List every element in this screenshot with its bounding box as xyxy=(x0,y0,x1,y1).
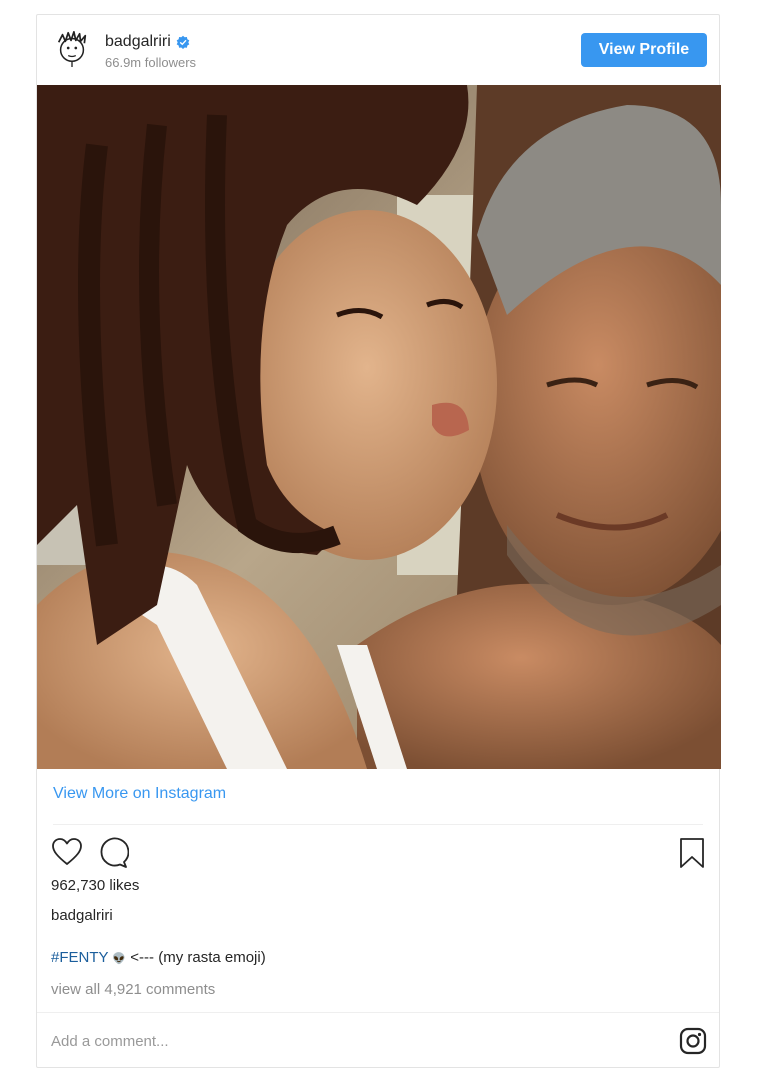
add-comment-input[interactable] xyxy=(51,1030,651,1052)
caption: #FENTY 👽 <--- (my rasta emoji) xyxy=(51,949,266,966)
heart-icon[interactable] xyxy=(51,837,83,867)
divider xyxy=(53,824,703,825)
username-row: badgalriri xyxy=(105,33,190,51)
hashtag-link[interactable]: #FENTY xyxy=(51,949,108,966)
post-photo[interactable] xyxy=(37,85,721,769)
view-more-on-instagram-link[interactable]: View More on Instagram xyxy=(53,785,226,803)
username[interactable]: badgalriri xyxy=(105,33,171,51)
divider xyxy=(37,1012,719,1013)
avatar[interactable] xyxy=(53,29,91,67)
instagram-logo-icon[interactable] xyxy=(679,1027,707,1055)
instagram-embed-card: badgalriri 66.9m followers View Profile xyxy=(36,14,721,1068)
alien-emoji-icon: 👽 xyxy=(112,953,127,965)
post-header: badgalriri 66.9m followers View Profile xyxy=(37,15,719,85)
bookmark-icon[interactable] xyxy=(679,837,705,869)
follower-count: 66.9m followers xyxy=(105,55,197,70)
view-all-comments-link[interactable]: view all 4,921 comments xyxy=(51,981,215,998)
caption-text: <--- (my rasta emoji) xyxy=(130,949,266,966)
view-profile-button[interactable]: View Profile xyxy=(581,33,707,67)
caption-username[interactable]: badgalriri xyxy=(51,907,113,924)
verified-badge-icon xyxy=(176,35,190,49)
action-bar xyxy=(51,837,705,869)
like-count: 962,730 likes xyxy=(51,877,140,894)
comment-bubble-icon[interactable] xyxy=(97,837,129,869)
